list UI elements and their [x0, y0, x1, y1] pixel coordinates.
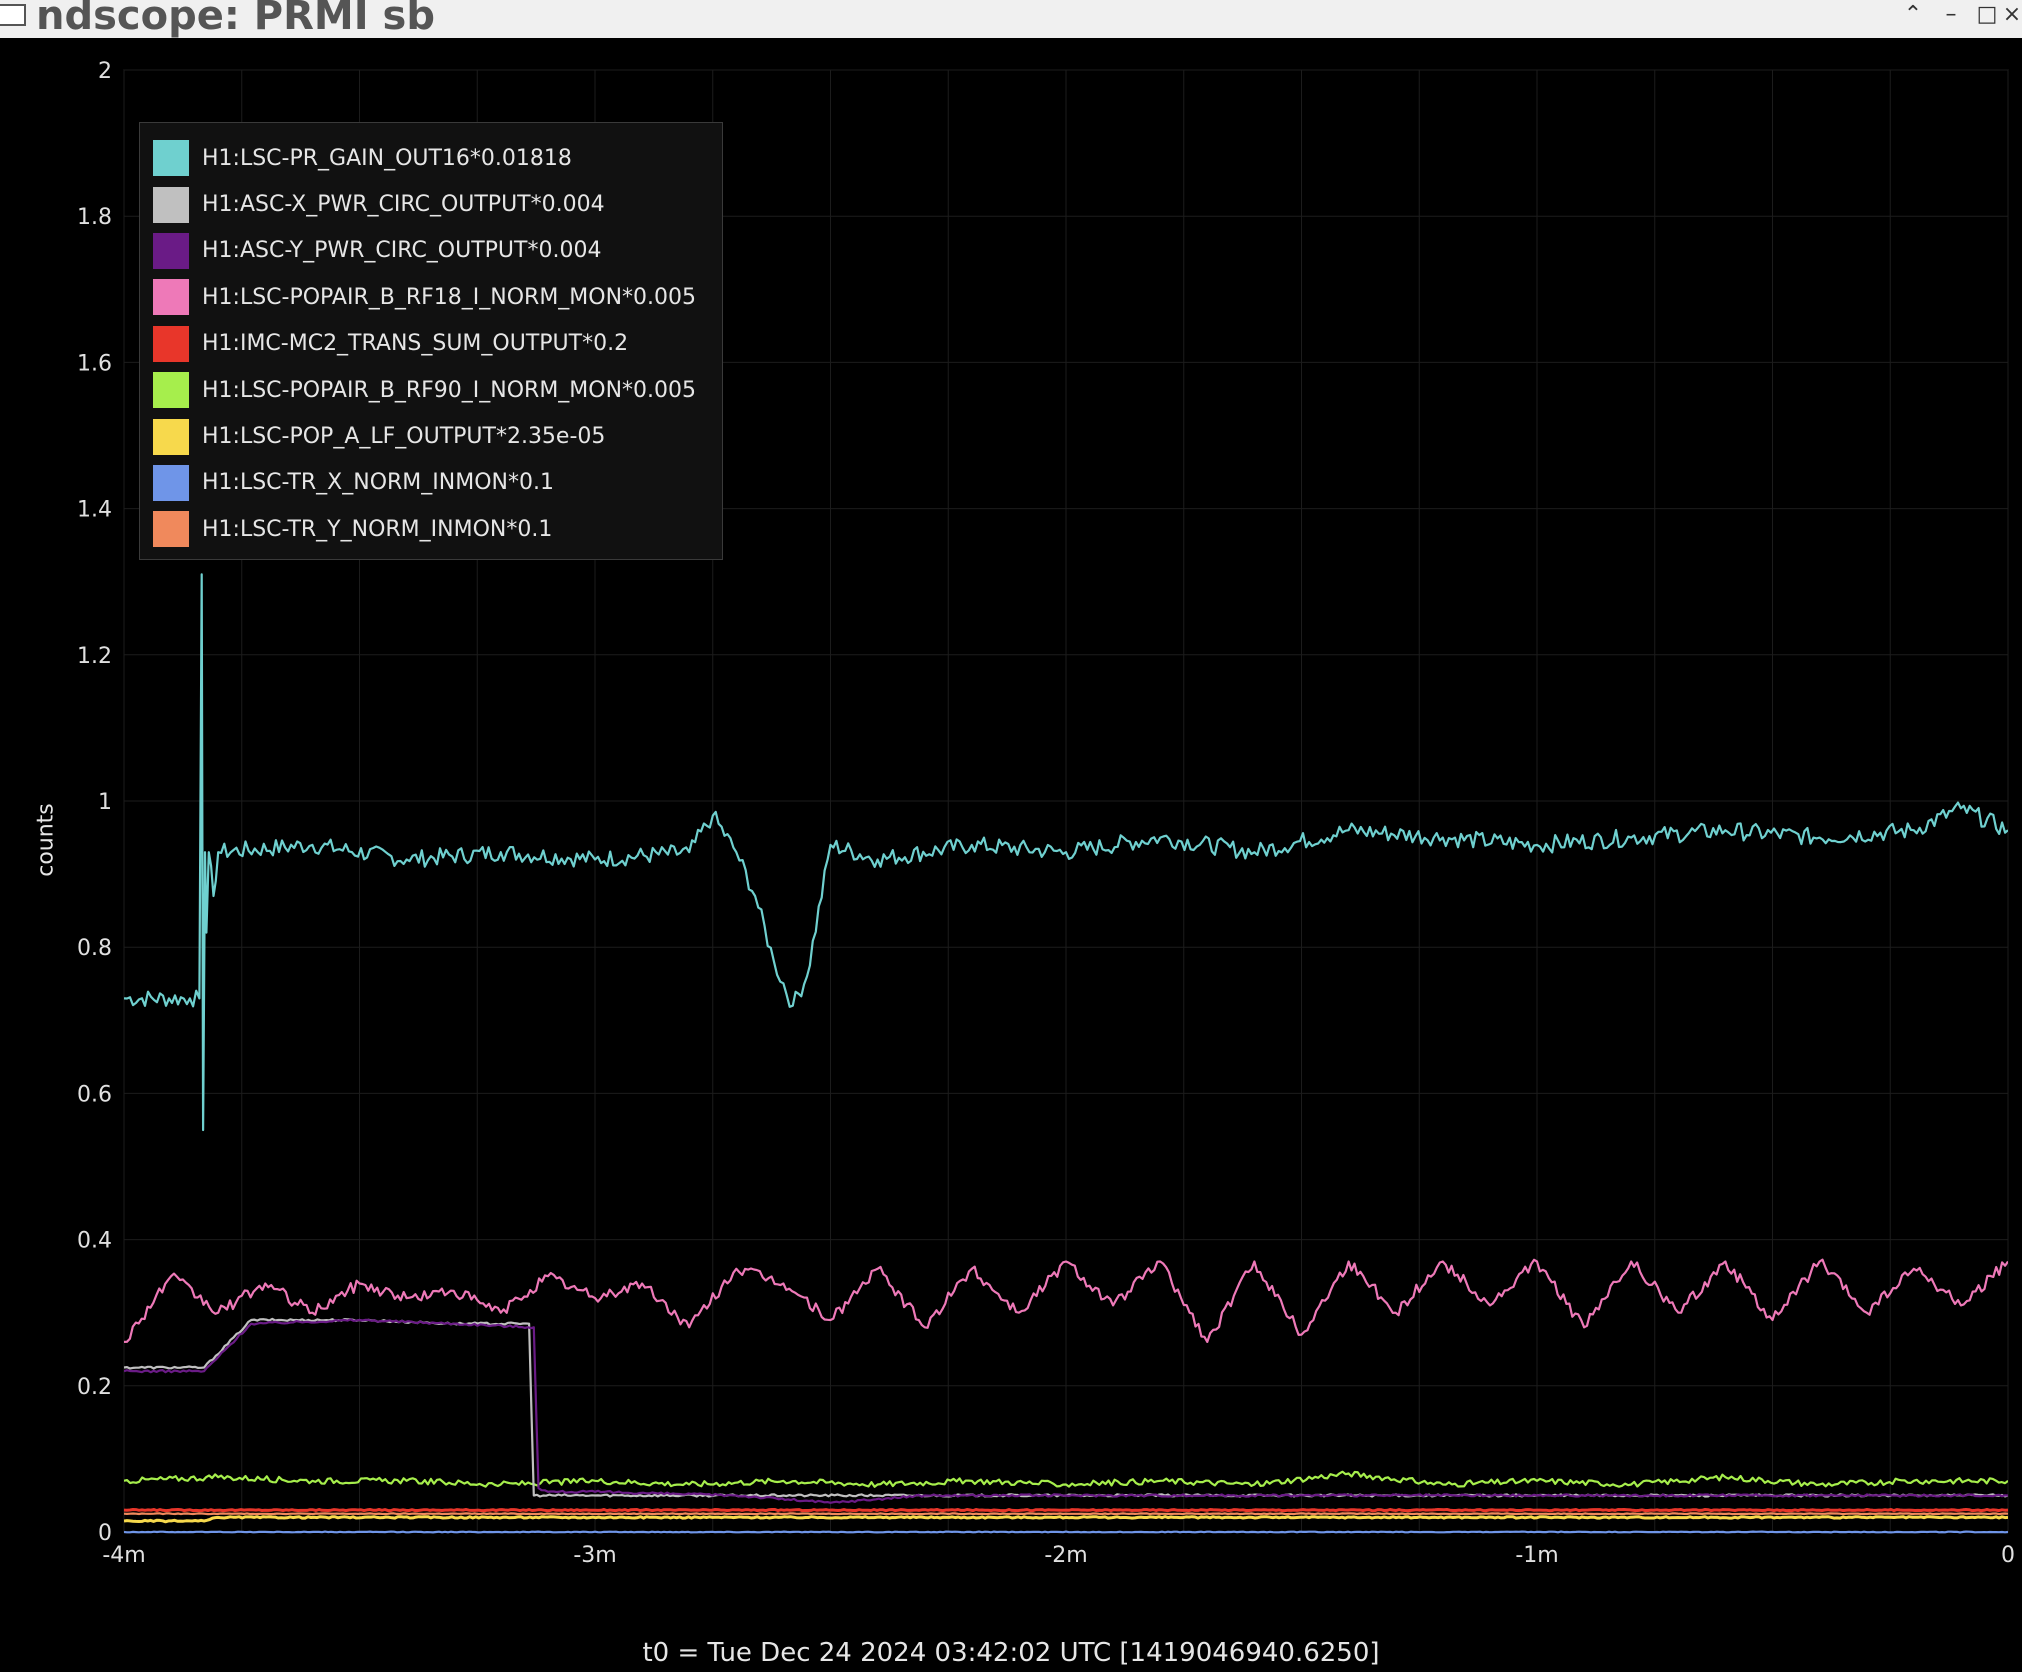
- y-tick-label: 1: [98, 790, 112, 815]
- legend-item[interactable]: H1:LSC-TR_X_NORM_INMON*0.1: [140, 460, 722, 506]
- window-maximize-button[interactable]: □: [1970, 0, 2004, 30]
- legend-item[interactable]: H1:LSC-TR_Y_NORM_INMON*0.1: [140, 506, 722, 552]
- legend-label: H1:LSC-TR_X_NORM_INMON*0.1: [202, 470, 554, 496]
- legend-swatch: [153, 372, 189, 409]
- legend-swatch: [153, 418, 189, 455]
- window-close-button[interactable]: ×: [2002, 0, 2022, 30]
- window-titlebar: ndscope: PRMI sb ⌃ – □ ×: [0, 0, 2022, 39]
- x-tick-label: -1m: [1515, 1543, 1558, 1568]
- y-tick-label: 2: [98, 59, 112, 84]
- legend-item[interactable]: H1:ASC-X_PWR_CIRC_OUTPUT*0.004: [140, 181, 722, 227]
- y-tick-label: 1.2: [77, 644, 112, 669]
- y-tick-label: 1.6: [77, 351, 112, 376]
- series-line: [124, 1512, 2008, 1516]
- x-tick-label: -4m: [102, 1543, 145, 1568]
- legend-item[interactable]: H1:IMC-MC2_TRANS_SUM_OUTPUT*0.2: [140, 321, 722, 367]
- app-icon: [0, 4, 26, 26]
- window-minimize-button[interactable]: –: [1934, 0, 1968, 30]
- legend-item[interactable]: H1:ASC-Y_PWR_CIRC_OUTPUT*0.004: [140, 228, 722, 274]
- t0-label: t0 = Tue Dec 24 2024 03:42:02 UTC [14190…: [642, 1638, 1380, 1668]
- legend-item[interactable]: H1:LSC-PR_GAIN_OUT16*0.01818: [140, 135, 722, 181]
- y-tick-label: 1.8: [77, 205, 112, 230]
- y-axis-label: counts: [33, 803, 59, 877]
- y-tick-label: 0.2: [77, 1375, 112, 1400]
- legend-swatch: [153, 511, 189, 548]
- legend-swatch: [153, 186, 189, 223]
- legend-label: H1:LSC-PR_GAIN_OUT16*0.01818: [202, 145, 572, 171]
- x-tick-label: 0: [2001, 1543, 2015, 1568]
- legend-label: H1:ASC-Y_PWR_CIRC_OUTPUT*0.004: [202, 238, 602, 264]
- legend-item[interactable]: H1:LSC-POPAIR_B_RF90_I_NORM_MON*0.005: [140, 367, 722, 413]
- window-shade-button[interactable]: ⌃: [1896, 0, 1930, 30]
- series-line: [124, 1508, 2008, 1513]
- legend-item[interactable]: H1:LSC-POPAIR_B_RF18_I_NORM_MON*0.005: [140, 274, 722, 320]
- legend-swatch: [153, 325, 189, 362]
- legend-label: H1:LSC-TR_Y_NORM_INMON*0.1: [202, 516, 553, 542]
- legend-swatch: [153, 279, 189, 316]
- x-tick-label: -3m: [573, 1543, 616, 1568]
- legend-label: H1:LSC-POPAIR_B_RF18_I_NORM_MON*0.005: [202, 284, 697, 310]
- window-title: ndscope: PRMI sb: [36, 0, 435, 39]
- legend-label: H1:LSC-POPAIR_B_RF90_I_NORM_MON*0.005: [202, 377, 697, 403]
- x-tick-label: -2m: [1044, 1543, 1087, 1568]
- legend-swatch: [153, 232, 189, 269]
- y-tick-label: 0.4: [77, 1229, 112, 1254]
- legend-swatch: [153, 464, 189, 501]
- legend[interactable]: H1:LSC-PR_GAIN_OUT16*0.01818 H1:ASC-X_PWR…: [139, 122, 723, 560]
- y-tick-label: 0.8: [77, 936, 112, 961]
- legend-label: H1:LSC-POP_A_LF_OUTPUT*2.35e-05: [202, 424, 606, 450]
- legend-swatch: [153, 140, 189, 177]
- legend-label: H1:ASC-X_PWR_CIRC_OUTPUT*0.004: [202, 192, 605, 218]
- y-tick-label: 0.6: [77, 1082, 112, 1107]
- legend-item[interactable]: H1:LSC-POP_A_LF_OUTPUT*2.35e-05: [140, 413, 722, 459]
- scope-panel: 0 0.2 0.4 0.6 0.8 1 1.2 1.4 1.6 1.8 2 -4m -3m -2m -1m 0…: [0, 38, 2022, 1668]
- y-tick-label: 1.4: [77, 498, 112, 523]
- series-line: [124, 1530, 2008, 1534]
- legend-label: H1:IMC-MC2_TRANS_SUM_OUTPUT*0.2: [202, 331, 629, 357]
